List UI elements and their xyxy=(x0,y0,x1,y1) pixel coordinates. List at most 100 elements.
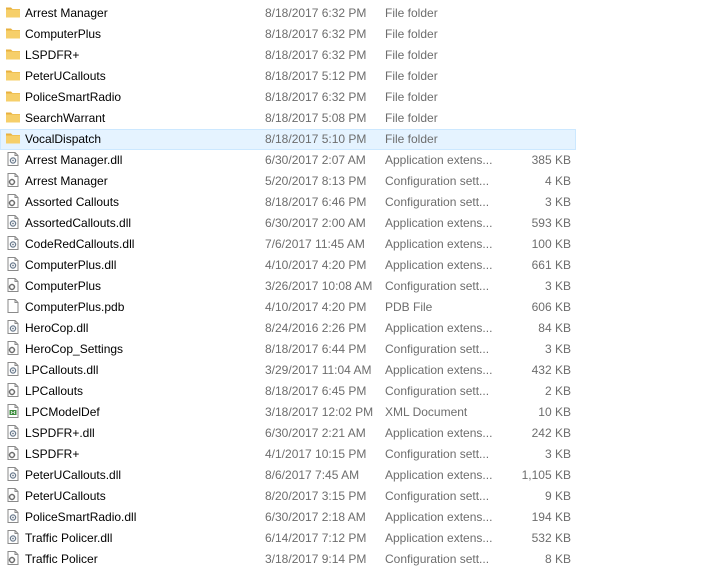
file-name: Traffic Policer xyxy=(25,552,98,566)
file-date-modified: 3/26/2017 10:08 AM xyxy=(265,279,373,293)
file-size: 100 KB xyxy=(531,237,571,251)
file-date-modified: 8/20/2017 3:15 PM xyxy=(265,489,367,503)
file-row[interactable]: ComputerPlus 8/18/2017 6:32 PM File fold… xyxy=(0,24,576,45)
file-row[interactable]: PeterUCallouts.dll 8/6/2017 7:45 AM Appl… xyxy=(0,465,576,486)
blank-file-icon xyxy=(5,298,21,314)
file-type: File folder xyxy=(385,90,438,104)
file-row[interactable]: HeroCop_Settings 8/18/2017 6:44 PM Confi… xyxy=(0,339,576,360)
file-row[interactable]: PeterUCallouts 8/20/2017 3:15 PM Configu… xyxy=(0,486,576,507)
file-name: LSPDFR+ xyxy=(25,48,80,62)
file-date-modified: 8/18/2017 6:32 PM xyxy=(265,90,367,104)
file-row[interactable]: CodeRedCallouts.dll 7/6/2017 11:45 AM Ap… xyxy=(0,234,576,255)
file-name: HeroCop.dll xyxy=(25,321,89,335)
file-row[interactable]: LSPDFR+.dll 6/30/2017 2:21 AM Applicatio… xyxy=(0,423,576,444)
file-date-modified: 3/18/2017 12:02 PM xyxy=(265,405,374,419)
file-row[interactable]: LPCallouts 8/18/2017 6:45 PM Configurati… xyxy=(0,381,576,402)
dll-file-icon xyxy=(5,235,21,251)
file-type: PDB File xyxy=(385,300,433,314)
file-row[interactable]: PoliceSmartRadio 8/18/2017 6:32 PM File … xyxy=(0,87,576,108)
folder-icon xyxy=(5,130,21,146)
file-type: File folder xyxy=(385,27,438,41)
file-name: LPCallouts.dll xyxy=(25,363,99,377)
file-row[interactable]: SearchWarrant 8/18/2017 5:08 PM File fol… xyxy=(0,108,576,129)
file-name: Arrest Manager xyxy=(25,6,108,20)
file-date-modified: 8/24/2016 2:26 PM xyxy=(265,321,367,335)
file-name: CodeRedCallouts.dll xyxy=(25,237,135,251)
file-name: Assorted Callouts xyxy=(25,195,120,209)
file-row[interactable]: Arrest Manager 8/18/2017 6:32 PM File fo… xyxy=(0,3,576,24)
file-row[interactable]: Assorted Callouts 8/18/2017 6:46 PM Conf… xyxy=(0,192,576,213)
file-date-modified: 6/14/2017 7:12 PM xyxy=(265,531,367,545)
file-name: ComputerPlus xyxy=(25,279,102,293)
file-name: ComputerPlus xyxy=(25,27,102,41)
file-row[interactable]: PeterUCallouts 8/18/2017 5:12 PM File fo… xyxy=(0,66,576,87)
dll-file-icon xyxy=(5,361,21,377)
file-size: 194 KB xyxy=(531,510,571,524)
file-size: 593 KB xyxy=(531,216,571,230)
dll-file-icon xyxy=(5,424,21,440)
folder-icon xyxy=(5,25,21,41)
file-size: 3 KB xyxy=(544,342,571,356)
file-size: 432 KB xyxy=(531,363,571,377)
file-date-modified: 7/6/2017 11:45 AM xyxy=(265,237,365,251)
file-date-modified: 5/20/2017 8:13 PM xyxy=(265,174,367,188)
file-date-modified: 6/30/2017 2:21 AM xyxy=(265,426,366,440)
config-file-icon xyxy=(5,445,21,461)
dll-file-icon xyxy=(5,256,21,272)
file-name: PeterUCallouts xyxy=(25,489,106,503)
dll-file-icon xyxy=(5,508,21,524)
file-row[interactable]: LSPDFR+ 4/1/2017 10:15 PM Configuration … xyxy=(0,444,576,465)
file-size: 3 KB xyxy=(544,195,571,209)
file-size: 4 KB xyxy=(544,174,571,188)
file-date-modified: 6/30/2017 2:18 AM xyxy=(265,510,366,524)
file-row[interactable]: HeroCop.dll 8/24/2016 2:26 PM Applicatio… xyxy=(0,318,576,339)
file-date-modified: 8/18/2017 6:32 PM xyxy=(265,27,367,41)
file-name: LSPDFR+ xyxy=(25,447,80,461)
file-date-modified: 3/18/2017 9:14 PM xyxy=(265,552,367,566)
folder-icon xyxy=(5,46,21,62)
config-file-icon xyxy=(5,172,21,188)
file-name: Traffic Policer.dll xyxy=(25,531,113,545)
file-row[interactable]: Traffic Policer 3/18/2017 9:14 PM Config… xyxy=(0,549,576,570)
file-date-modified: 8/18/2017 6:32 PM xyxy=(265,48,367,62)
file-date-modified: 4/1/2017 10:15 PM xyxy=(265,447,367,461)
file-size: 9 KB xyxy=(544,489,571,503)
file-type: File folder xyxy=(385,6,438,20)
file-date-modified: 8/18/2017 6:45 PM xyxy=(265,384,367,398)
file-type: File folder xyxy=(385,132,438,146)
file-size: 1,105 KB xyxy=(521,468,571,482)
file-size: 10 KB xyxy=(538,405,571,419)
file-row[interactable]: VocalDispatch 8/18/2017 5:10 PM File fol… xyxy=(0,129,576,150)
file-size: 385 KB xyxy=(531,153,571,167)
file-row[interactable]: Arrest Manager 5/20/2017 8:13 PM Configu… xyxy=(0,171,576,192)
file-name: ComputerPlus.pdb xyxy=(25,300,125,314)
file-row[interactable]: PoliceSmartRadio.dll 6/30/2017 2:18 AM A… xyxy=(0,507,576,528)
file-name: Arrest Manager.dll xyxy=(25,153,123,167)
file-type: File folder xyxy=(385,69,438,83)
file-row[interactable]: AssortedCallouts.dll 6/30/2017 2:00 AM A… xyxy=(0,213,576,234)
file-row[interactable]: Arrest Manager.dll 6/30/2017 2:07 AM App… xyxy=(0,150,576,171)
file-date-modified: 6/30/2017 2:07 AM xyxy=(265,153,366,167)
file-date-modified: 8/18/2017 6:32 PM xyxy=(265,6,367,20)
file-name: LSPDFR+.dll xyxy=(25,426,95,440)
file-row[interactable]: ComputerPlus 3/26/2017 10:08 AM Configur… xyxy=(0,276,576,297)
file-name: PeterUCallouts xyxy=(25,69,106,83)
file-date-modified: 8/18/2017 5:10 PM xyxy=(265,132,367,146)
dll-file-icon xyxy=(5,214,21,230)
file-row[interactable]: LPCModelDef 3/18/2017 12:02 PM XML Docum… xyxy=(0,402,576,423)
dll-file-icon xyxy=(5,466,21,482)
file-type: File folder xyxy=(385,48,438,62)
file-row[interactable]: ComputerPlus.dll 4/10/2017 4:20 PM Appli… xyxy=(0,255,576,276)
file-row[interactable]: LPCallouts.dll 3/29/2017 11:04 AM Applic… xyxy=(0,360,576,381)
file-name: HeroCop_Settings xyxy=(25,342,124,356)
file-date-modified: 6/30/2017 2:00 AM xyxy=(265,216,366,230)
file-date-modified: 8/6/2017 7:45 AM xyxy=(265,468,360,482)
file-row[interactable]: Traffic Policer.dll 6/14/2017 7:12 PM Ap… xyxy=(0,528,576,549)
folder-icon xyxy=(5,67,21,83)
file-row[interactable]: LSPDFR+ 8/18/2017 6:32 PM File folder xyxy=(0,45,576,66)
file-size: 84 KB xyxy=(538,321,571,335)
config-file-icon xyxy=(5,340,21,356)
file-row[interactable]: ComputerPlus.pdb 4/10/2017 4:20 PM PDB F… xyxy=(0,297,576,318)
config-file-icon xyxy=(5,277,21,293)
file-name: AssortedCallouts.dll xyxy=(25,216,132,230)
